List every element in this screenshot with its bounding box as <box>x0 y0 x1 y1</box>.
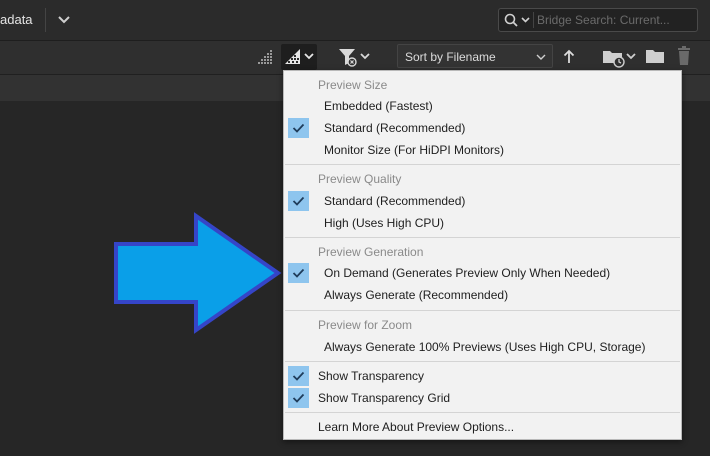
menu-separator <box>285 361 680 362</box>
menu-item-label: Standard (Recommended) <box>324 194 466 208</box>
menu-item-standard-quality[interactable]: Standard (Recommended) <box>285 190 680 212</box>
checkmark-icon <box>288 191 309 211</box>
arrow-right-icon <box>112 212 284 334</box>
menu-item-label: Standard (Recommended) <box>324 121 466 135</box>
filter-dropdown-button[interactable] <box>337 46 373 68</box>
menu-item-label: High (Uses High CPU) <box>324 216 445 230</box>
folder-clock-icon <box>603 51 636 68</box>
folder-icon <box>646 50 664 63</box>
header-divider <box>45 8 46 32</box>
menu-item-high-quality[interactable]: High (Uses High CPU) <box>285 212 680 234</box>
workspace-chevron-down-icon[interactable] <box>55 10 73 28</box>
menu-separator <box>285 164 680 165</box>
menu-item-monitor-size[interactable]: Monitor Size (For HiDPI Monitors) <box>285 139 680 161</box>
menu-item-always-generate-100[interactable]: Always Generate 100% Previews (Uses High… <box>285 336 680 358</box>
filter-funnel-icon <box>339 49 370 67</box>
preview-quality-high-icon <box>285 49 314 64</box>
menu-item-label: Learn More About Preview Options... <box>318 420 515 434</box>
menu-item-on-demand[interactable]: On Demand (Generates Preview Only When N… <box>285 262 680 284</box>
sort-dropdown[interactable]: Sort by Filename <box>397 44 553 68</box>
sort-direction-button[interactable] <box>561 48 577 66</box>
section-header-preview-for-zoom: Preview for Zoom <box>318 318 413 332</box>
menu-item-label: Always Generate (Recommended) <box>324 288 509 302</box>
arrow-up-icon <box>563 49 575 63</box>
section-header-preview-generation: Preview Generation <box>318 245 424 259</box>
menu-separator <box>285 310 680 311</box>
recent-folders-dropdown-button[interactable] <box>600 45 638 69</box>
trash-icon <box>678 46 690 65</box>
menu-item-show-transparency-grid[interactable]: Show Transparency Grid <box>285 387 680 409</box>
app-header: adata <box>0 0 710 41</box>
preview-quality-dropdown-button[interactable] <box>281 44 317 70</box>
menu-item-label: Embedded (Fastest) <box>324 99 433 113</box>
section-header-preview-size: Preview Size <box>318 78 388 92</box>
menu-item-label: On Demand (Generates Preview Only When N… <box>324 266 611 280</box>
bridge-search <box>498 8 698 32</box>
preview-options-menu: Preview Size Embedded (Fastest) Standard… <box>283 70 682 440</box>
menu-item-label: Always Generate 100% Previews (Uses High… <box>324 340 646 354</box>
chevron-down-icon <box>536 54 546 60</box>
checkmark-icon <box>288 118 309 138</box>
delete-button[interactable] <box>674 45 694 67</box>
section-header-preview-quality: Preview Quality <box>318 172 402 186</box>
sort-label: Sort by Filename <box>405 50 496 64</box>
menu-item-embedded[interactable]: Embedded (Fastest) <box>285 95 680 117</box>
checkmark-icon <box>288 366 309 386</box>
workspace-tab-label[interactable]: adata <box>0 12 33 27</box>
menu-item-learn-more[interactable]: Learn More About Preview Options... <box>285 416 680 438</box>
menu-separator <box>285 237 680 238</box>
menu-item-label: Show Transparency <box>318 369 425 383</box>
checkmark-icon <box>288 263 309 283</box>
menu-item-always-generate[interactable]: Always Generate (Recommended) <box>285 284 680 306</box>
search-icon[interactable] <box>503 12 533 28</box>
search-input[interactable] <box>537 11 693 29</box>
menu-item-standard-size[interactable]: Standard (Recommended) <box>285 117 680 139</box>
preview-quality-low-icon[interactable] <box>256 47 276 67</box>
menu-item-label: Monitor Size (For HiDPI Monitors) <box>324 143 505 157</box>
menu-item-show-transparency[interactable]: Show Transparency <box>285 365 680 387</box>
search-divider <box>533 12 534 28</box>
checkmark-icon <box>288 388 309 408</box>
new-folder-button[interactable] <box>644 46 666 66</box>
menu-separator <box>285 412 680 413</box>
menu-item-label: Show Transparency Grid <box>318 391 451 405</box>
